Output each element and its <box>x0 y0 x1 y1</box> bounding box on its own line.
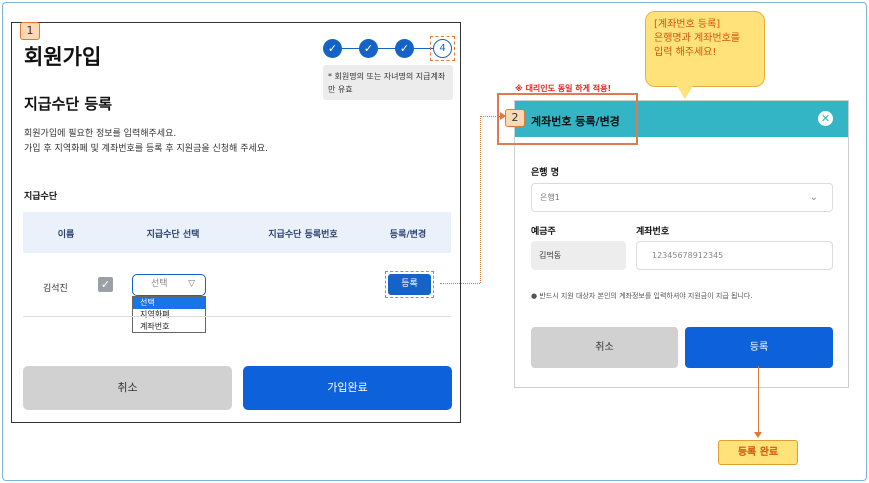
row-divider <box>23 316 451 317</box>
callout-line3: 입력 해주세요! <box>654 47 717 58</box>
section-title: 지급수단 등록 <box>24 95 113 113</box>
account-label: 계좌번호 <box>636 227 670 237</box>
col-header-method: 지급수단 선택 <box>146 230 200 240</box>
connector-line <box>440 283 480 284</box>
modal-cancel-button[interactable]: 취소 <box>531 327 678 368</box>
col-header-number: 지급수단 등록번호 <box>268 230 338 240</box>
signup-screen: 1 회원가입 ✓ ✓ ✓ 4 * 회원명의 또는 자녀명의 지급계좌 만 유효 … <box>11 22 461 423</box>
modal-register-button[interactable]: 등록 <box>685 327 833 368</box>
table-header: 이름 지급수단 선택 지급수단 등록번호 등록/변경 <box>23 212 451 253</box>
connector-line <box>758 366 759 434</box>
step-4-current: 4 <box>433 39 452 58</box>
account-note: * 회원명의 또는 자녀명의 지급계좌 만 유효 <box>323 65 453 100</box>
option-account-number[interactable]: 계좌번호 <box>133 321 205 333</box>
bank-label: 은행 명 <box>531 168 559 178</box>
option-select[interactable]: 선택 <box>133 297 205 309</box>
description: 회원가입에 필요한 정보를 입력해주세요. 가입 후 지역화폐 및 계좌번호를 … <box>24 127 268 157</box>
callout-line1: [계좌번호 등록] <box>654 19 721 30</box>
col-header-name: 이름 <box>57 230 75 240</box>
payment-method-value: 선택 <box>151 279 168 289</box>
description-line1: 회원가입에 필요한 정보를 입력해주세요. <box>24 129 177 139</box>
description-line2: 가입 후 지역화폐 및 계좌번호를 등록 후 지원금을 신청해 주세요. <box>24 144 268 154</box>
option-local-currency[interactable]: 지역화폐 <box>133 309 205 321</box>
col-header-action: 등록/변경 <box>389 230 427 240</box>
close-icon[interactable]: ✕ <box>818 111 833 126</box>
account-note-line1: * 회원명의 또는 자녀명의 지급계좌 <box>328 72 446 81</box>
chevron-down-icon: ▽ <box>188 279 195 289</box>
step-badge-2: 2 <box>505 109 525 127</box>
bank-value: 은행1 <box>540 193 560 202</box>
register-button[interactable]: 등록 <box>388 274 431 295</box>
callout-line2: 은행명과 계좌번호를 <box>654 33 740 44</box>
chevron-down-icon: ⌄ <box>809 192 818 203</box>
modal-notice: ● 반드시 지원 대상자 본인의 계좌정보를 입력하셔야 지원금이 지급 됩니다… <box>531 292 753 300</box>
payment-section-label: 지급수단 <box>24 192 58 202</box>
step-2-check-icon: ✓ <box>359 39 378 58</box>
complete-signup-button[interactable]: 가입완료 <box>243 366 452 410</box>
bank-select[interactable]: 은행1 ⌄ <box>531 183 833 212</box>
account-input[interactable]: 12345678912345 <box>636 241 833 270</box>
payment-method-options: 선택 지역화폐 계좌번호 <box>132 296 206 333</box>
step-3-check-icon: ✓ <box>395 39 414 58</box>
step-1-check-icon: ✓ <box>323 39 342 58</box>
step-badge-1: 1 <box>20 22 40 40</box>
callout-bubble: [계좌번호 등록] 은행명과 계좌번호를 입력 해주세요! <box>645 11 765 87</box>
member-name: 김석진 <box>43 284 68 294</box>
holder-label: 예금주 <box>531 227 556 237</box>
payment-method-select[interactable]: 선택 ▽ <box>132 274 206 296</box>
member-checkbox[interactable]: ✓ <box>98 277 113 292</box>
callout-tail <box>677 86 693 99</box>
complete-label: 등록 완료 <box>718 440 798 465</box>
progress-steps: ✓ ✓ ✓ 4 <box>323 36 455 61</box>
arrow-down-icon <box>754 432 762 438</box>
account-note-line2: 만 유효 <box>328 85 353 94</box>
cancel-button[interactable]: 취소 <box>23 366 232 410</box>
page-title: 회원가입 <box>24 45 102 69</box>
holder-field: 김먹동 <box>531 241 626 270</box>
connector-line <box>480 116 481 283</box>
